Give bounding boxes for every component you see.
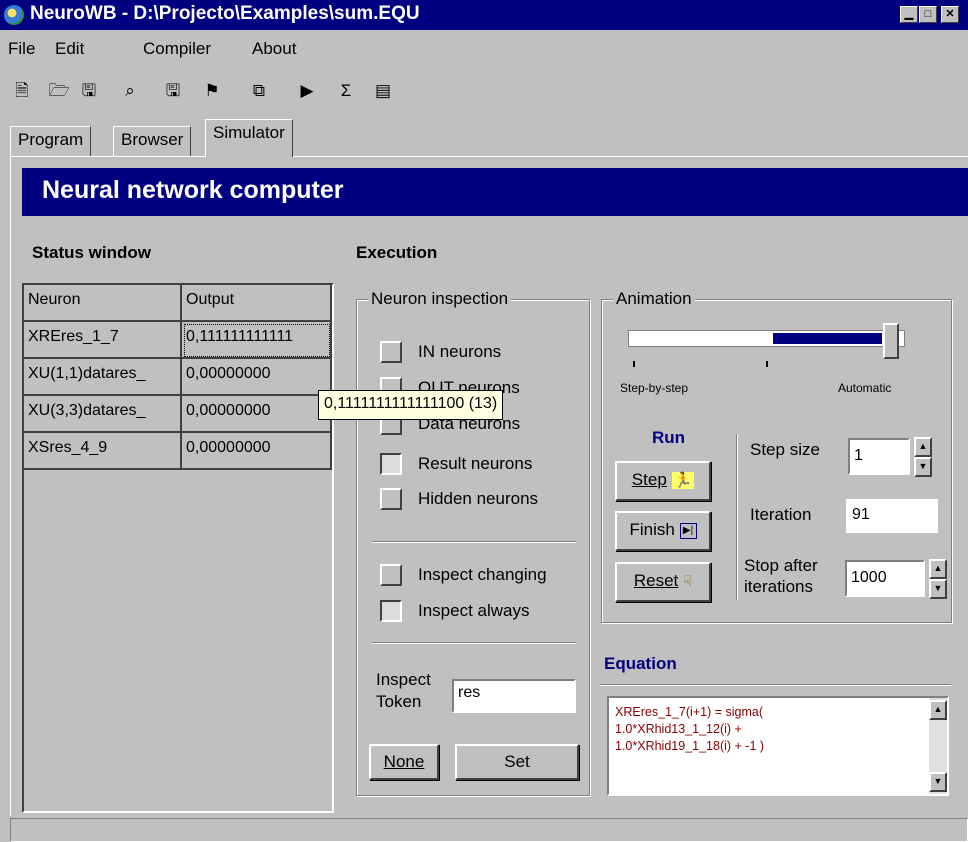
step-up-button[interactable]: ▲	[914, 437, 932, 457]
title-bar[interactable]: NeuroWB - D:\Projecto\Examples\sum.EQU ▁…	[0, 0, 968, 30]
finish-icon: ▶|	[679, 522, 697, 539]
step-by-step-label: Step-by-step	[620, 381, 689, 395]
stop-after-label: Stop after	[744, 556, 818, 575]
equation-textarea[interactable]: XREres_1_7(i+1) = sigma( 1.0*XRhid13_1_1…	[607, 696, 949, 796]
inspect-changing-checkbox[interactable]	[380, 564, 402, 586]
inspect-token-input[interactable]: res	[452, 679, 576, 713]
animation-label: Animation	[613, 289, 695, 309]
divider	[372, 541, 576, 543]
maximize-button[interactable]: □	[919, 6, 937, 23]
status-window-title: Status window	[32, 243, 151, 262]
run-label: Run	[652, 428, 686, 447]
column-header-neuron[interactable]: Neuron	[24, 285, 182, 322]
set-button[interactable]: Set	[455, 744, 579, 780]
slider-tick	[766, 361, 768, 367]
slider-thumb[interactable]	[883, 323, 899, 359]
neuron-inspection-group	[356, 299, 590, 796]
sum-icon[interactable]: Σ	[334, 81, 358, 101]
menu-about[interactable]: About	[252, 39, 296, 59]
app-icon	[4, 5, 24, 25]
execution-title: Execution	[356, 243, 438, 262]
tab-simulator[interactable]: Simulator	[205, 119, 293, 157]
in-neurons-checkbox[interactable]	[380, 341, 402, 363]
table-cell-output[interactable]: 0,00000000	[182, 433, 332, 470]
inspect-always-checkbox[interactable]	[380, 600, 402, 622]
reset-button-label: Reset	[633, 571, 679, 590]
menu-edit[interactable]: Edit	[55, 39, 84, 59]
minimize-button[interactable]: ▁	[900, 6, 918, 23]
result-neurons-label: Result neurons	[418, 454, 533, 473]
equation-title: Equation	[604, 654, 677, 673]
table-cell-neuron[interactable]: XU(3,3)datares_	[24, 396, 182, 433]
page-title: Neural network computer	[22, 168, 968, 216]
divider	[372, 642, 576, 644]
new-file-icon[interactable]: 🗎	[10, 81, 34, 101]
table-cell-output[interactable]: 0,00000000	[182, 396, 332, 433]
step-down-button[interactable]: ▼	[914, 457, 932, 477]
step-size-input[interactable]: 1	[848, 438, 910, 475]
table-cell-neuron[interactable]: XSres_4_9	[24, 433, 182, 470]
network-icon[interactable]: ⧉	[247, 81, 271, 101]
hidden-neurons-label: Hidden neurons	[418, 489, 539, 508]
equation-text: XREres_1_7(i+1) = sigma( 1.0*XRhid13_1_1…	[615, 705, 765, 753]
open-file-icon[interactable]: 🗁	[47, 81, 71, 101]
equation-scrollbar[interactable]: ▲ ▼	[929, 698, 947, 794]
menu-bar: File Edit Compiler About	[0, 30, 968, 66]
tab-program[interactable]: Program	[10, 126, 92, 156]
stop-after-input[interactable]: 1000	[845, 560, 925, 597]
inspect-token-label: Inspect	[376, 670, 431, 689]
pointing-hand-icon: ☟	[683, 573, 693, 590]
finish-button-label: Finish	[629, 520, 675, 539]
save-icon[interactable]: 🖫	[77, 81, 101, 101]
stop-after-label-2: iterations	[744, 577, 813, 596]
result-neurons-checkbox[interactable]	[380, 453, 402, 475]
window-title: NeuroWB - D:\Projecto\Examples\sum.EQU	[30, 3, 420, 24]
table-cell-neuron[interactable]: XREres_1_7	[24, 322, 182, 359]
finish-button[interactable]: Finish ▶|	[615, 511, 711, 551]
status-table[interactable]: Neuron Output XREres_1_7 0,111111111111 …	[22, 283, 334, 813]
hidden-neurons-checkbox[interactable]	[380, 488, 402, 510]
slider-tick	[633, 361, 635, 367]
column-header-output[interactable]: Output	[182, 285, 332, 322]
check-icon[interactable]: ⚑	[200, 81, 224, 101]
find-icon[interactable]: ⌕	[118, 81, 142, 101]
animation-slider[interactable]	[628, 330, 905, 347]
tab-browser[interactable]: Browser	[113, 126, 192, 156]
neuron-inspection-label: Neuron inspection	[368, 289, 512, 309]
stop-up-button[interactable]: ▲	[929, 559, 947, 579]
report-icon[interactable]: ▤	[371, 81, 395, 101]
slider-fill	[773, 333, 882, 344]
divider	[600, 684, 951, 686]
iteration-value: 91	[846, 499, 938, 533]
close-button[interactable]: ✕	[941, 6, 959, 23]
runner-icon: 🏃	[671, 472, 695, 489]
table-cell-neuron[interactable]: XU(1,1)datares_	[24, 359, 182, 396]
automatic-label: Automatic	[838, 381, 892, 395]
inspect-token-label-2: Token	[376, 692, 422, 711]
reset-button[interactable]: Reset ☟	[615, 562, 711, 602]
table-cell-output[interactable]: 0,111111111111	[182, 322, 332, 359]
step-button-label: Step	[631, 470, 667, 489]
stop-after-stepper[interactable]: ▲ ▼	[929, 559, 947, 599]
inspect-always-label: Inspect always	[418, 601, 530, 620]
step-button[interactable]: Step 🏃	[615, 461, 711, 501]
menu-file[interactable]: File	[8, 39, 35, 59]
iteration-label: Iteration	[750, 505, 812, 524]
toolbar	[0, 70, 968, 114]
step-size-label: Step size	[750, 440, 820, 459]
menu-compiler[interactable]: Compiler	[143, 39, 211, 59]
compile-icon[interactable]: 🖫	[161, 81, 185, 101]
run-icon[interactable]: ▶	[295, 81, 319, 101]
scroll-up-button[interactable]: ▲	[929, 700, 947, 720]
stop-down-button[interactable]: ▼	[929, 579, 947, 599]
status-bar	[10, 818, 968, 842]
table-cell-output[interactable]: 0,00000000	[182, 359, 332, 396]
in-neurons-label: IN neurons	[418, 342, 502, 361]
inspect-changing-label: Inspect changing	[418, 565, 547, 584]
step-size-stepper[interactable]: ▲ ▼	[914, 437, 932, 477]
divider	[736, 434, 737, 600]
output-tooltip: 0,1111111111111100 (13)	[318, 390, 504, 420]
scroll-down-button[interactable]: ▼	[929, 772, 947, 792]
none-button[interactable]: None	[369, 744, 439, 780]
